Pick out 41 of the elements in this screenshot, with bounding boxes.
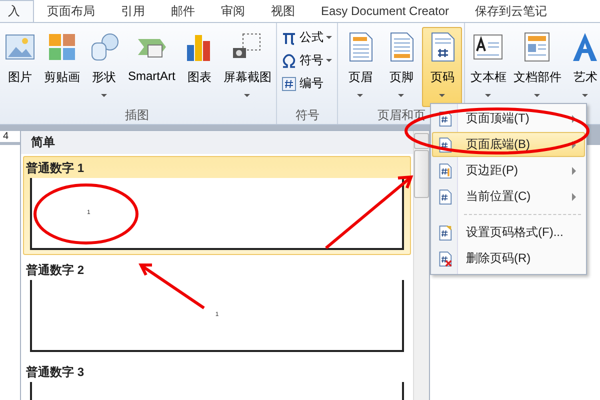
ribbon-tab[interactable]: 审阅 (208, 0, 258, 22)
menu-item[interactable]: 设置页码格式(F)... (432, 220, 585, 245)
scroll-thumb[interactable] (414, 150, 429, 198)
group-label: 符号 (295, 108, 320, 124)
ribbon-tab[interactable]: 入 (0, 0, 34, 22)
menu-item[interactable]: 当前位置(C) (432, 184, 585, 209)
group-label: 插图 (125, 108, 150, 124)
ribbon-button[interactable]: 图表 (179, 27, 220, 107)
hash-icon (282, 76, 296, 90)
ribbon-button[interactable]: SmartArt (125, 27, 178, 107)
pi-icon (282, 30, 296, 44)
ribbon-tab[interactable]: 引用 (108, 0, 158, 22)
ribbon-button[interactable]: 图片 (0, 27, 40, 107)
ribbon-tab[interactable]: Easy Document Creator (308, 0, 462, 22)
ribbon-tab[interactable]: 页面布局 (34, 0, 108, 22)
delete-page-icon (438, 250, 452, 266)
menu-item[interactable]: 删除页码(R) (432, 246, 585, 271)
menu-item[interactable]: 页边距(P) (432, 158, 585, 183)
ribbon-tab[interactable]: 保存到云笔记 (462, 0, 560, 22)
gallery-heading: 简单 (21, 131, 413, 154)
ruler-mark: 4 (0, 131, 21, 142)
ribbon-button[interactable]: 页码 (422, 27, 462, 107)
ribbon-tab[interactable]: 视图 (258, 0, 308, 22)
scrollbar[interactable] (413, 131, 429, 400)
ribbon-tab[interactable]: 邮件 (158, 0, 208, 22)
ribbon-button[interactable]: 页眉 (340, 27, 380, 107)
gallery-item[interactable]: 普通数字 3 (23, 360, 411, 400)
ribbon-button[interactable]: 形状 (84, 27, 124, 107)
page-icon (438, 224, 452, 240)
page-icon (438, 162, 452, 178)
ribbon-button[interactable]: 编号 (279, 73, 336, 94)
ribbon-button[interactable]: 公式 (279, 27, 336, 48)
ribbon-button[interactable]: 屏幕截图 (220, 27, 274, 107)
ribbon-button[interactable]: 页脚 (381, 27, 422, 107)
ribbon-button[interactable]: 剪贴画 (41, 27, 83, 107)
omega-icon (282, 54, 296, 68)
ribbon-button[interactable]: 符号 (279, 50, 336, 71)
clipart-icon (46, 31, 78, 63)
page-icon (438, 188, 452, 204)
annotation-arrow (138, 264, 205, 310)
menu-item[interactable]: 页面顶端(T) (432, 106, 585, 131)
